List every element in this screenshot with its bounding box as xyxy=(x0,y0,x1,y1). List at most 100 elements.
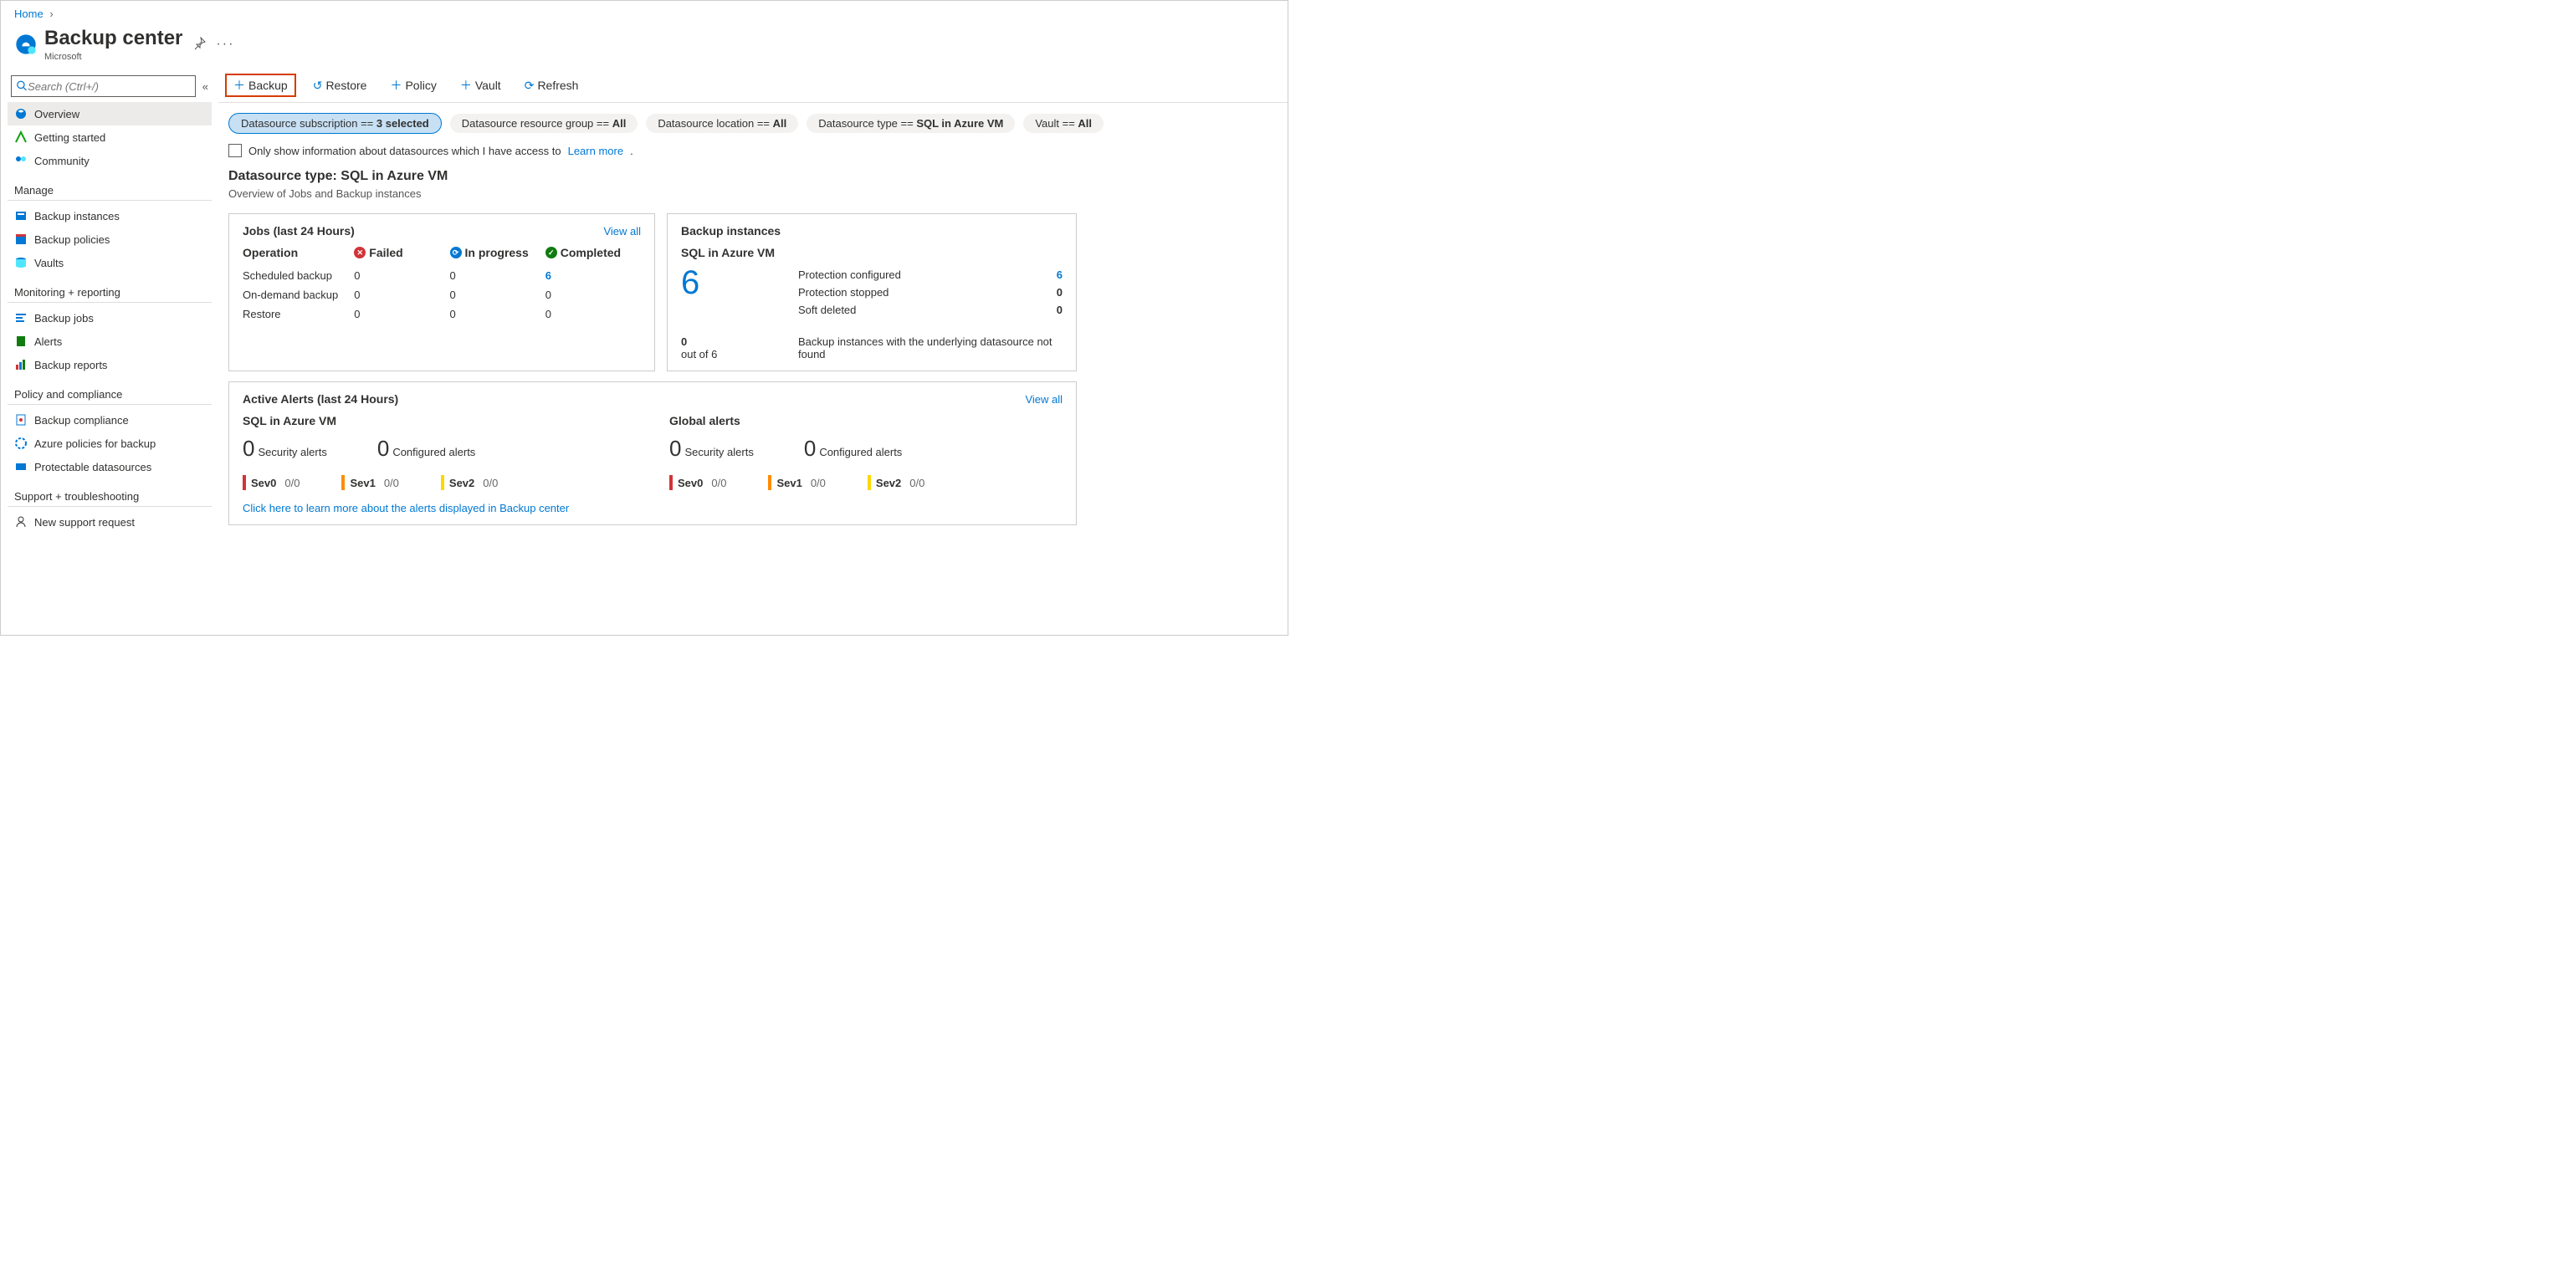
sidebar-item-label: Vaults xyxy=(34,257,64,269)
sidebar: « Overview Getting started Community Man… xyxy=(1,69,218,636)
backup-center-icon xyxy=(14,33,38,56)
breadcrumb-home[interactable]: Home xyxy=(14,8,44,20)
azure-policies-icon xyxy=(14,437,28,450)
sidebar-item-community[interactable]: Community xyxy=(8,149,212,172)
section-header: Datasource type: SQL in Azure VM Overvie… xyxy=(218,166,1288,203)
policy-button[interactable]: ＋ Policy xyxy=(383,74,443,97)
instance-row: Protection stopped0 xyxy=(798,284,1063,301)
community-icon xyxy=(14,154,28,167)
sidebar-section-support: Support + troubleshooting xyxy=(8,478,212,507)
alerts-col-global: Global alerts 0Security alerts 0Configur… xyxy=(669,414,1063,490)
jobs-view-all-link[interactable]: View all xyxy=(603,225,641,238)
sev1-badge: Sev10/0 xyxy=(768,475,825,490)
datasources-icon xyxy=(14,460,28,473)
sidebar-item-label: Backup policies xyxy=(34,233,110,246)
sidebar-item-label: New support request xyxy=(34,516,135,529)
collapse-sidebar-icon[interactable]: « xyxy=(202,80,208,93)
pin-icon[interactable] xyxy=(192,37,206,53)
plus-icon: ＋ xyxy=(390,77,402,94)
sidebar-item-backup-policies[interactable]: Backup policies xyxy=(8,228,212,251)
sev2-bar-icon xyxy=(868,475,871,490)
search-input-wrapper[interactable] xyxy=(11,75,196,97)
instances-notfound-text: Backup instances with the underlying dat… xyxy=(798,335,1063,360)
sidebar-item-backup-jobs[interactable]: Backup jobs xyxy=(8,306,212,330)
sidebar-item-getting-started[interactable]: Getting started xyxy=(8,125,212,149)
inprogress-icon: ⟳ xyxy=(450,247,462,258)
page-header: Backup center Microsoft ··· xyxy=(1,23,1288,69)
completed-icon: ✓ xyxy=(545,247,557,258)
sidebar-item-label: Backup instances xyxy=(34,210,120,222)
search-icon xyxy=(17,80,28,92)
sidebar-item-backup-compliance[interactable]: Backup compliance xyxy=(8,408,212,432)
filter-pill-location[interactable]: Datasource location == All xyxy=(646,114,798,133)
page-title: Backup center xyxy=(44,27,182,50)
access-filter-row: Only show information about datasources … xyxy=(218,141,1288,166)
access-filter-text: Only show information about datasources … xyxy=(248,145,561,157)
sev2-bar-icon xyxy=(441,475,444,490)
access-checkbox[interactable] xyxy=(228,144,242,157)
sev0-badge: Sev00/0 xyxy=(669,475,726,490)
sidebar-section-monitoring: Monitoring + reporting xyxy=(8,274,212,303)
learn-more-link[interactable]: Learn more xyxy=(568,145,623,157)
col-operation: Operation xyxy=(243,246,354,259)
job-count-link[interactable]: 6 xyxy=(545,269,551,282)
sidebar-item-azure-policies[interactable]: Azure policies for backup xyxy=(8,432,212,455)
sev1-bar-icon xyxy=(768,475,771,490)
jobs-card: Jobs (last 24 Hours) View all Operation … xyxy=(228,213,655,371)
plus-icon: ＋ xyxy=(233,77,245,94)
restore-icon: ↺ xyxy=(313,79,323,93)
compliance-icon xyxy=(14,413,28,427)
alerts-card: Active Alerts (last 24 Hours) View all S… xyxy=(228,381,1077,525)
table-row: Restore 0 0 0 xyxy=(243,304,641,324)
page-subtitle: Microsoft xyxy=(44,52,182,62)
instance-row: Protection configured6 xyxy=(798,266,1063,284)
alerts-col-sql: SQL in Azure VM 0Security alerts 0Config… xyxy=(243,414,636,490)
col-failed: ✕Failed xyxy=(354,246,449,259)
sidebar-item-label: Overview xyxy=(34,108,79,120)
section-title: Datasource type: SQL in Azure VM xyxy=(228,169,1278,184)
sidebar-item-label: Backup reports xyxy=(34,359,107,371)
instances-title: Backup instances xyxy=(681,224,781,238)
security-alerts-count: 0Security alerts xyxy=(243,436,327,462)
filter-pill-type[interactable]: Datasource type == SQL in Azure VM xyxy=(807,114,1015,133)
alerts-global-subtitle: Global alerts xyxy=(669,414,1063,427)
sev0-bar-icon xyxy=(669,475,673,490)
alerts-icon xyxy=(14,335,28,348)
alerts-learn-more-link[interactable]: Click here to learn more about the alert… xyxy=(243,502,569,514)
more-icon[interactable]: ··· xyxy=(216,37,234,52)
sidebar-item-label: Backup jobs xyxy=(34,312,94,325)
sidebar-item-label: Community xyxy=(34,155,90,167)
instance-value-link[interactable]: 6 xyxy=(1057,268,1063,281)
sidebar-item-label: Protectable datasources xyxy=(34,461,151,473)
table-row: Scheduled backup 0 0 6 xyxy=(243,266,641,285)
filter-pill-vault[interactable]: Vault == All xyxy=(1023,114,1104,133)
sidebar-item-new-support-request[interactable]: New support request xyxy=(8,510,212,534)
sidebar-item-label: Alerts xyxy=(34,335,62,348)
sev2-badge: Sev20/0 xyxy=(441,475,498,490)
configured-alerts-count: 0Configured alerts xyxy=(804,436,902,462)
sidebar-item-backup-instances[interactable]: Backup instances xyxy=(8,204,212,228)
sidebar-item-label: Azure policies for backup xyxy=(34,437,156,450)
alerts-view-all-link[interactable]: View all xyxy=(1025,393,1063,406)
sidebar-item-label: Backup compliance xyxy=(34,414,129,427)
backup-button[interactable]: ＋ Backup xyxy=(225,74,296,97)
search-input[interactable] xyxy=(28,80,190,93)
sidebar-item-vaults[interactable]: Vaults xyxy=(8,251,212,274)
vault-button[interactable]: ＋ Vault xyxy=(453,74,508,97)
filter-pill-subscription[interactable]: Datasource subscription == 3 selected xyxy=(228,113,442,134)
restore-button[interactable]: ↺ Restore xyxy=(306,75,374,96)
sidebar-item-backup-reports[interactable]: Backup reports xyxy=(8,353,212,376)
chevron-right-icon: › xyxy=(49,8,53,20)
security-alerts-count: 0Security alerts xyxy=(669,436,754,462)
sidebar-item-alerts[interactable]: Alerts xyxy=(8,330,212,353)
instances-card: Backup instances SQL in Azure VM 6 Prote… xyxy=(667,213,1077,371)
filter-pill-resourcegroup[interactable]: Datasource resource group == All xyxy=(450,114,638,133)
sidebar-item-protectable-datasources[interactable]: Protectable datasources xyxy=(8,455,212,478)
col-completed: ✓Completed xyxy=(545,246,641,259)
instance-row: Soft deleted0 xyxy=(798,301,1063,319)
table-row: On-demand backup 0 0 0 xyxy=(243,285,641,304)
sidebar-item-overview[interactable]: Overview xyxy=(8,102,212,125)
instances-icon xyxy=(14,209,28,222)
instances-subtitle: SQL in Azure VM xyxy=(681,246,1063,259)
refresh-button[interactable]: ⟳ Refresh xyxy=(518,75,586,96)
